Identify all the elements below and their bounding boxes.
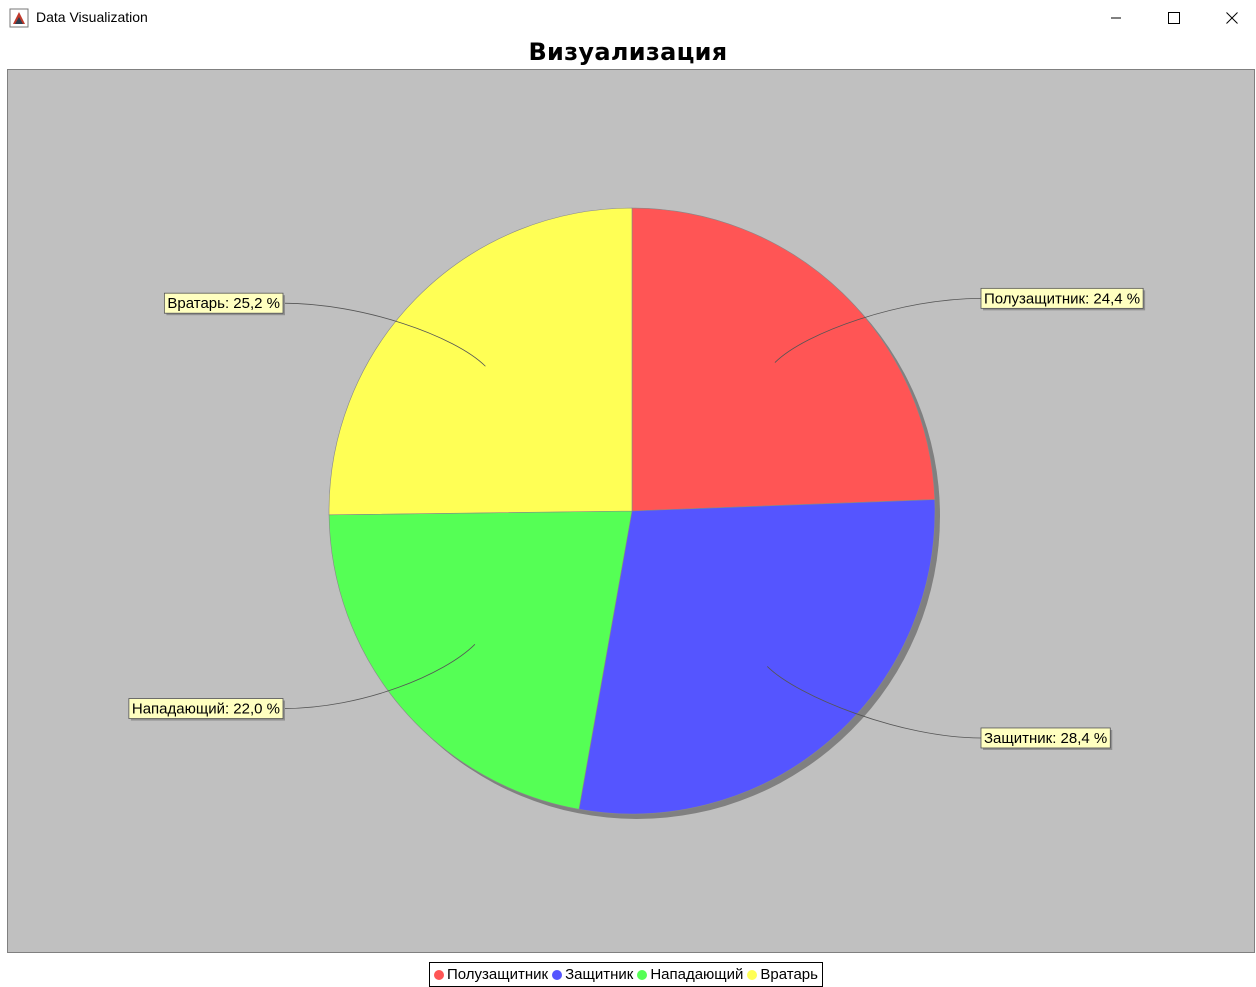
close-icon bbox=[1226, 12, 1238, 24]
plot-area: Полузащитник: 24,4 % Защитник: 28,4 % Напа… bbox=[7, 69, 1255, 953]
maximize-icon bbox=[1168, 12, 1180, 24]
window-titlebar: Data Visualization bbox=[0, 0, 1256, 36]
pie-slice-2[interactable] bbox=[578, 499, 936, 815]
legend-label-1: Полузащитник bbox=[447, 966, 549, 983]
slice-label-1: Полузащитник: 24,4 % bbox=[984, 290, 1140, 307]
close-button[interactable] bbox=[1203, 0, 1256, 36]
legend-item-4: Вратарь bbox=[747, 966, 818, 983]
legend-swatch-2 bbox=[552, 969, 563, 980]
legend-item-3: Нападающий bbox=[637, 966, 743, 983]
chart-title: Визуализация bbox=[528, 38, 728, 66]
window-title: Data Visualization bbox=[36, 9, 148, 25]
pie-slice-3[interactable] bbox=[328, 510, 633, 810]
legend-swatch-1 bbox=[434, 969, 444, 980]
legend-label-3: Нападающий bbox=[650, 966, 744, 983]
minimize-button[interactable] bbox=[1087, 0, 1145, 36]
java-app-icon bbox=[9, 8, 29, 28]
legend-item-1: Полузащитник bbox=[434, 966, 548, 983]
slice-label-4: Вратарь: 25,2 % bbox=[167, 295, 280, 312]
legend-label-4: Вратарь bbox=[760, 966, 818, 983]
minimize-icon bbox=[1111, 17, 1121, 19]
legend-item-2: Защитник bbox=[552, 966, 633, 983]
legend-label-2: Защитник bbox=[565, 966, 634, 983]
chart-legend: Полузащитник Защитник Нападающий Вратарь bbox=[429, 962, 823, 987]
pie-slice-1[interactable] bbox=[631, 207, 936, 512]
legend-swatch-4 bbox=[747, 969, 758, 980]
maximize-button[interactable] bbox=[1145, 0, 1203, 36]
legend-swatch-3 bbox=[637, 969, 648, 980]
slice-label-2: Защитник: 28,4 % bbox=[984, 730, 1107, 747]
slice-label-3: Нападающий: 22,0 % bbox=[132, 701, 280, 718]
pie-chart: Полузащитник: 24,4 % Защитник: 28,4 % Напа… bbox=[128, 207, 1146, 819]
